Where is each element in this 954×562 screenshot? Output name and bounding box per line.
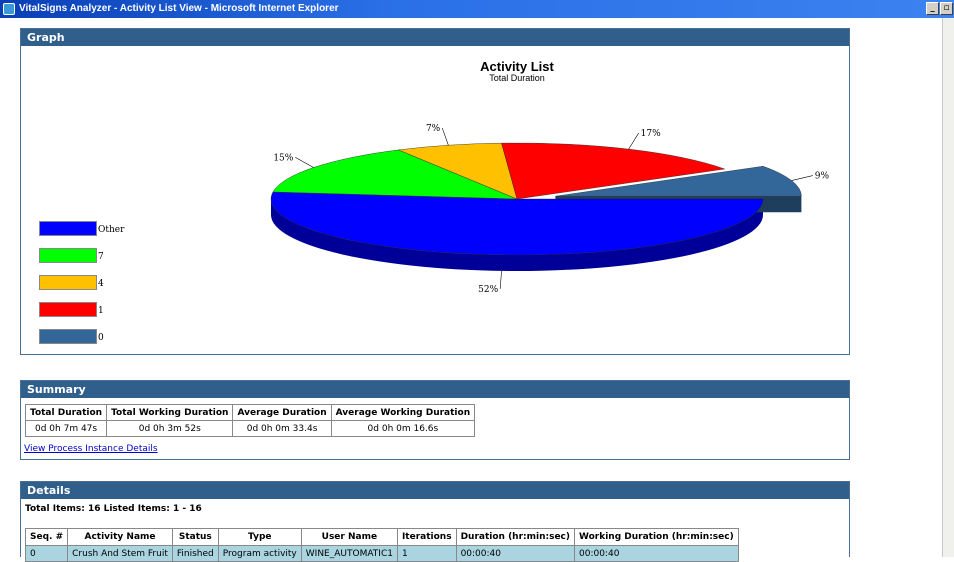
- details-totals: Total Items: 16 Listed Items: 1 - 16: [25, 504, 202, 514]
- summary-col-total-duration: Total Duration: [24, 404, 108, 421]
- legend-label: 1: [98, 306, 104, 316]
- details-col-status[interactable]: Status: [171, 528, 219, 546]
- legend-swatch: [39, 302, 97, 317]
- cell-user-name: WINE_AUTOMATIC1: [300, 545, 398, 562]
- summary-average-working-duration: 0d 0h 0m 16.6s: [330, 420, 476, 437]
- summary-row: 0d 0h 7m 47s 0d 0h 3m 52s 0d 0h 0m 33.4s…: [24, 420, 476, 437]
- summary-total-working-duration: 0d 0h 3m 52s: [106, 420, 234, 437]
- window-titlebar: VitalSigns Analyzer - Activity List View…: [0, 0, 954, 18]
- cell-duration: 00:00:40: [455, 545, 576, 562]
- graph-header: Graph: [21, 29, 849, 46]
- pie-leader-line: [791, 175, 813, 181]
- legend-item: 1: [39, 302, 119, 320]
- pie-data-label: 9%: [815, 172, 830, 182]
- legend-label: Other: [98, 225, 125, 235]
- summary-header: Summary: [21, 381, 849, 398]
- legend-item: Other: [39, 221, 124, 239]
- pie-leader-line: [628, 132, 639, 150]
- details-col-user-name[interactable]: User Name: [300, 528, 398, 546]
- legend-label: 7: [98, 252, 104, 262]
- summary-col-total-working-duration: Total Working Duration: [106, 404, 234, 421]
- graph-panel: Graph Activity List Total Duration 52% 15% 7…: [20, 28, 850, 355]
- chart-title: Activity List: [480, 59, 554, 74]
- summary-total-duration: 0d 0h 7m 47s: [24, 420, 108, 437]
- browser-icon: [3, 3, 15, 15]
- vertical-scrollbar[interactable]: [942, 18, 954, 557]
- legend-label: 4: [98, 279, 104, 289]
- legend-swatch: [39, 329, 97, 344]
- summary-col-average-duration: Average Duration: [232, 404, 332, 421]
- cell-status: Finished: [171, 545, 219, 562]
- legend-item: 7: [39, 248, 119, 266]
- pie-data-label: 7%: [426, 124, 441, 134]
- details-col-iterations[interactable]: Iterations: [396, 528, 457, 546]
- details-col-duration[interactable]: Duration (hr:min:sec): [455, 528, 576, 546]
- pie-data-label: 15%: [273, 153, 293, 163]
- details-header: Details: [21, 482, 849, 499]
- legend-swatch: [39, 248, 97, 263]
- pie-leader-line: [499, 270, 502, 289]
- pie-data-label: 17%: [641, 129, 661, 139]
- chart-subtitle: Total Duration: [489, 73, 545, 83]
- pie-chart: Activity ListTotal Duration 52% 15% 7% 17% 9%: [270, 59, 830, 295]
- minimize-button[interactable]: _: [926, 2, 939, 15]
- summary-panel: Summary Total Duration Total Working Dur…: [20, 380, 850, 460]
- cell-working-duration: 00:00:40: [574, 545, 739, 562]
- view-process-instance-details-link[interactable]: View Process Instance Details: [24, 444, 158, 454]
- cell-type: Program activity: [217, 545, 302, 562]
- details-panel: Details Total Items: 16 Listed Items: 1 …: [20, 481, 850, 562]
- summary-average-duration: 0d 0h 0m 33.4s: [232, 420, 332, 437]
- summary-table: Total Duration Total Working Duration Av…: [24, 404, 476, 437]
- cell-seq: 0: [24, 545, 69, 562]
- cell-activity-name[interactable]: Crush And Stem Fruit: [67, 545, 173, 562]
- legend-swatch: [39, 221, 97, 236]
- pie-leader-line: [295, 157, 314, 168]
- legend-item: 4: [39, 275, 119, 293]
- legend-swatch: [39, 275, 97, 290]
- details-col-seq[interactable]: Seq. #: [24, 528, 69, 546]
- table-row[interactable]: 0 Crush And Stem Fruit Finished Program …: [24, 545, 739, 562]
- details-col-type[interactable]: Type: [217, 528, 302, 546]
- legend-item: 0: [39, 329, 119, 347]
- legend-label: 0: [98, 333, 104, 343]
- summary-col-average-working-duration: Average Working Duration: [330, 404, 476, 421]
- pie-data-label: 52%: [478, 285, 498, 295]
- details-col-activity-name[interactable]: Activity Name: [67, 528, 173, 546]
- window-title: VitalSigns Analyzer - Activity List View…: [19, 3, 339, 14]
- cell-iterations: 1: [396, 545, 457, 562]
- pie-leader-line: [441, 127, 449, 146]
- restore-button[interactable]: ▫: [940, 2, 953, 15]
- details-col-working-duration[interactable]: Working Duration (hr:min:sec): [574, 528, 739, 546]
